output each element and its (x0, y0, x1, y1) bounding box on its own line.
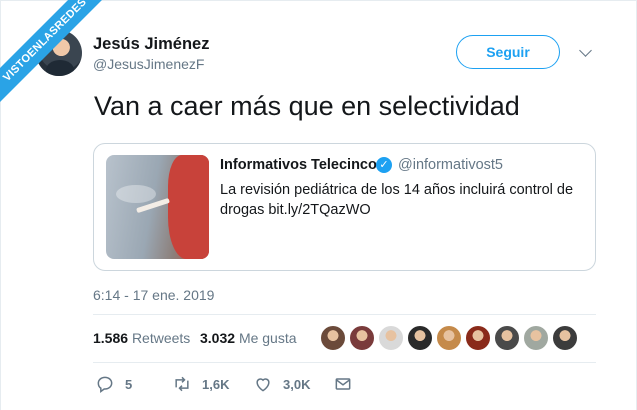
quoted-author-name[interactable]: Informativos Telecinco (220, 157, 377, 173)
like-button[interactable]: 3,0K (253, 374, 310, 394)
reply-count: 5 (125, 376, 133, 392)
liker-avatar[interactable] (436, 325, 462, 351)
liker-avatar[interactable] (320, 325, 346, 351)
retweet-button[interactable]: 1,6K (172, 374, 229, 394)
likes-label: Me gusta (238, 330, 297, 346)
quoted-tweet-text: La revisión pediátrica de los 14 años in… (220, 182, 574, 218)
tweet-text: Van a caer más que en selectividad (94, 91, 520, 121)
quoted-tweet[interactable]: Informativos Telecinco ✓ @informativost5… (93, 143, 596, 271)
quoted-author-handle[interactable]: @informativost5 (398, 157, 503, 173)
author-name[interactable]: Jesús Jiménez (93, 35, 209, 54)
divider (93, 314, 596, 315)
divider (93, 362, 596, 363)
retweet-count: 1,6K (202, 376, 230, 392)
retweet-icon (175, 376, 189, 392)
verified-badge-icon: ✓ (376, 157, 392, 173)
author-handle[interactable]: @JesusJimenezF (93, 56, 204, 72)
direct-message-button[interactable] (333, 374, 353, 394)
liker-avatar[interactable] (552, 325, 578, 351)
liker-avatar[interactable] (465, 325, 491, 351)
liker-avatar[interactable] (523, 325, 549, 351)
follow-button[interactable]: Seguir (456, 35, 560, 69)
quoted-tweet-image[interactable] (106, 155, 209, 259)
reply-button[interactable]: 5 (95, 374, 132, 394)
reply-icon (97, 376, 113, 393)
liker-avatar[interactable] (349, 325, 375, 351)
retweets-stat[interactable]: 1.586 Retweets (93, 330, 190, 346)
liker-avatar[interactable] (494, 325, 520, 351)
liker-avatar[interactable] (378, 325, 404, 351)
tweet-timestamp[interactable]: 6:14 - 17 ene. 2019 (93, 287, 214, 303)
envelope-icon (335, 378, 351, 390)
retweets-count: 1.586 (93, 330, 129, 346)
retweets-label: Retweets (131, 330, 191, 346)
liker-avatar[interactable] (407, 325, 433, 351)
heart-icon (256, 378, 270, 392)
likes-count: 3.032 (200, 330, 236, 346)
like-count: 3,0K (283, 376, 311, 392)
likes-stat[interactable]: 3.032 Me gusta (200, 330, 297, 346)
